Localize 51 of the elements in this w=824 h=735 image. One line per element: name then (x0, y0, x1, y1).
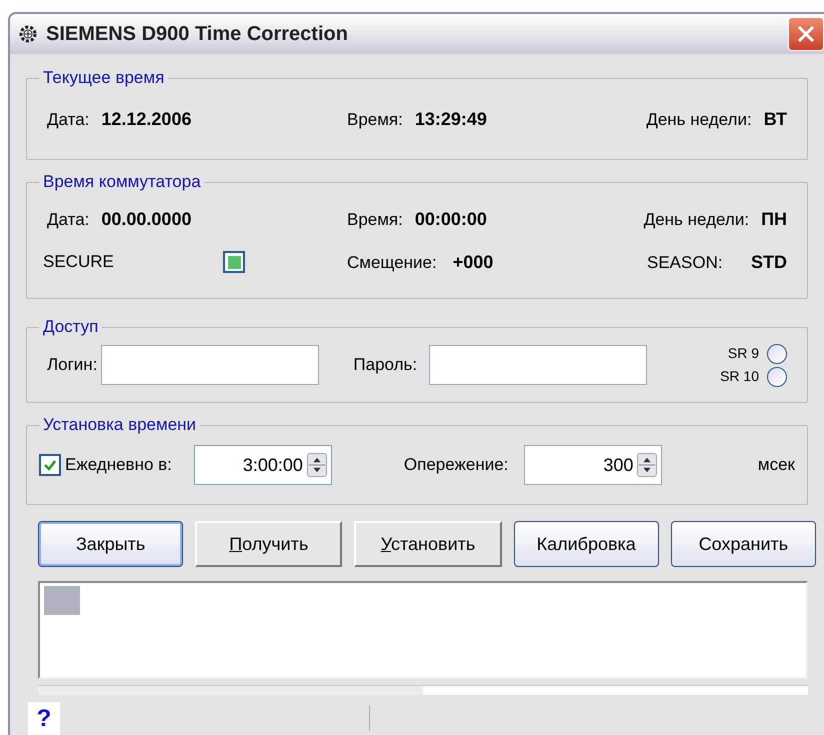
login-field[interactable] (101, 345, 320, 385)
field-value: ВТ (764, 108, 787, 130)
field-label: Дата: (47, 208, 90, 230)
checkbox[interactable] (39, 454, 61, 476)
help-icon[interactable]: ? (28, 702, 60, 735)
dialog-button[interactable]: Получить (195, 521, 342, 567)
field-label: SEASON: (647, 252, 723, 274)
field-label: Время: (347, 208, 403, 230)
field-label: Логин: (47, 354, 98, 376)
time-spin-field[interactable]: 3:00:00 (194, 445, 332, 485)
field-value: 00:00:00 (414, 208, 487, 230)
field-value: 300 (603, 454, 634, 476)
field-value: 12.12.2006 (101, 108, 192, 130)
close-icon (796, 24, 816, 44)
radio-button[interactable] (767, 366, 787, 386)
dialog-button[interactable]: Калибровка (514, 521, 659, 567)
window-title: SIEMENS D900 Time Correction (46, 22, 349, 47)
text-cursor-block (44, 586, 80, 615)
dialog-button[interactable]: Закрыть (38, 521, 184, 567)
spin-arrows-icon[interactable] (306, 453, 327, 477)
field-value: STD (751, 250, 787, 274)
number-spin-field[interactable]: 300 (524, 445, 662, 485)
field-label: Пароль: (353, 354, 418, 376)
field-value: +000 (452, 250, 494, 274)
field-value: 3:00:00 (242, 454, 303, 476)
field-value: 00.00.0000 (101, 208, 192, 230)
field-label: Дата: (47, 108, 90, 130)
dialog-button[interactable]: Установить (354, 521, 502, 567)
field-label: День недели: (644, 208, 750, 230)
checkmark-icon (43, 458, 57, 472)
unit-label: мсек (758, 454, 795, 476)
checkbox-label: Ежедневно в: (65, 454, 172, 476)
field-label: Опережение: (404, 454, 508, 476)
field-label: Время: (347, 108, 403, 130)
spin-arrows-icon[interactable] (637, 453, 658, 477)
group-title: Установка времени (39, 415, 200, 435)
radio-button[interactable] (767, 344, 787, 364)
field-value: ПН (761, 208, 787, 230)
field-label: Смещение: (347, 252, 437, 274)
field-label: SECURE (43, 251, 115, 274)
radio-label: SR 9 (728, 344, 759, 363)
radio-label: SR 10 (720, 367, 759, 386)
group-title: Время коммутатора (39, 172, 205, 192)
field-label: День недели: (646, 108, 752, 130)
password-field[interactable] (429, 345, 648, 385)
dialog-button[interactable]: Сохранить (670, 521, 816, 567)
group-title: Доступ (39, 317, 102, 337)
group-title: Текущее время (39, 68, 168, 88)
close-button[interactable] (788, 17, 824, 51)
gear-icon (18, 24, 38, 44)
field-value: 13:29:49 (414, 108, 487, 130)
